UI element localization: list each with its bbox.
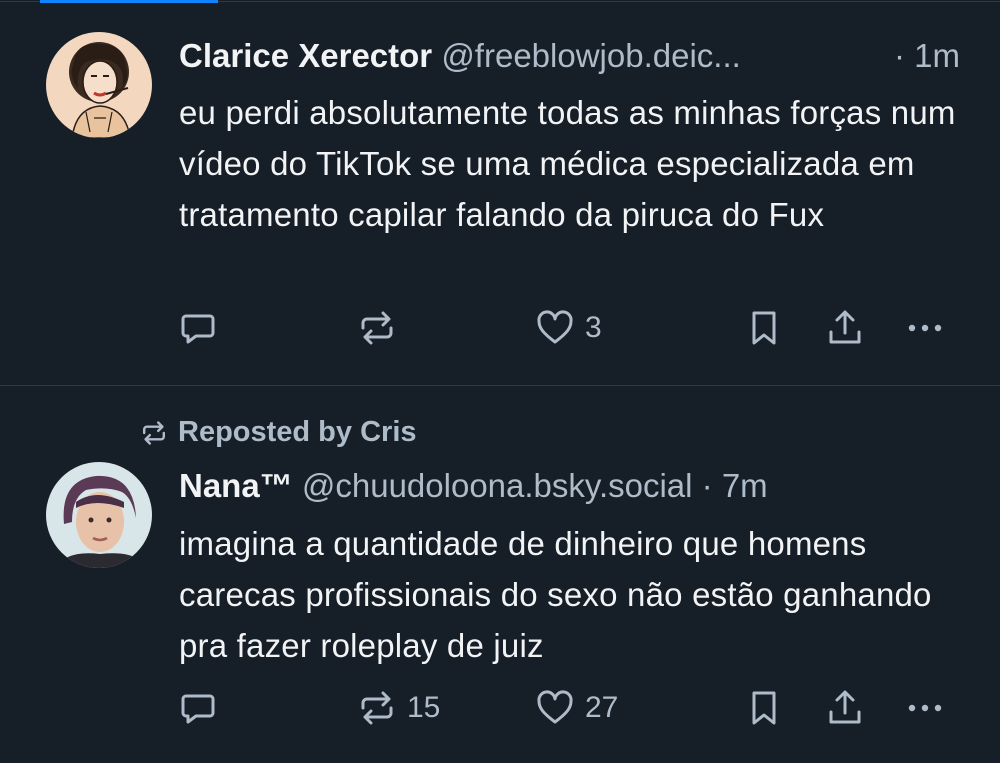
- like-count: 27: [585, 691, 619, 724]
- avatar-illustration: [46, 32, 152, 138]
- share-icon: [829, 690, 861, 724]
- share-button[interactable]: [825, 308, 865, 348]
- handle[interactable]: @freeblowjob.deic...: [441, 37, 740, 74]
- bookmark-icon: [752, 311, 776, 345]
- reposted-by[interactable]: Reposted by Cris: [140, 416, 417, 449]
- reposted-by-label: Reposted by Cris: [178, 416, 417, 448]
- share-button[interactable]: [825, 688, 865, 728]
- chat-bubble-icon: [181, 694, 215, 724]
- repost-icon: [142, 420, 166, 445]
- feed-post[interactable]: Clarice Xerector @freeblowjob.deic... · …: [0, 3, 1000, 386]
- avatar[interactable]: [46, 32, 152, 138]
- bookmark-button[interactable]: [744, 308, 784, 348]
- feed-post[interactable]: Reposted by Cris Nana™ @chuudoloona.bsky…: [0, 386, 1000, 763]
- more-button[interactable]: [905, 308, 945, 348]
- display-name[interactable]: Nana™: [179, 467, 293, 504]
- share-icon: [829, 310, 861, 344]
- post-header: Clarice Xerector @freeblowjob.deic...: [179, 36, 741, 76]
- avatar-photo: [46, 462, 152, 568]
- repost-button[interactable]: [357, 308, 397, 348]
- repost-icon: [361, 691, 393, 725]
- reply-button[interactable]: [178, 688, 218, 728]
- post-text: imagina a quantidade de dinheiro que hom…: [179, 525, 932, 664]
- heart-icon: [537, 310, 573, 344]
- avatar[interactable]: [46, 462, 152, 568]
- repost-button[interactable]: 15: [357, 688, 440, 728]
- post-actions: 3: [0, 308, 1000, 352]
- post-text: eu perdi absolutamente todas as minhas f…: [179, 94, 956, 233]
- chat-bubble-icon: [181, 314, 215, 344]
- more-button[interactable]: [905, 688, 945, 728]
- post-actions: 15 27: [0, 688, 1000, 732]
- repost-icon: [361, 311, 393, 345]
- like-count: 3: [585, 311, 602, 344]
- post-header: Nana™ @chuudoloona.bsky.social · 7m: [179, 466, 768, 506]
- more-icon: [908, 704, 942, 712]
- bookmark-icon: [752, 691, 776, 725]
- repost-count: 15: [407, 691, 441, 724]
- heart-icon: [537, 690, 573, 724]
- like-button[interactable]: 3: [535, 308, 602, 348]
- post-time[interactable]: · 1m: [894, 36, 960, 76]
- more-icon: [908, 324, 942, 332]
- bookmark-button[interactable]: [744, 688, 784, 728]
- like-button[interactable]: 27: [535, 688, 618, 728]
- post-time[interactable]: · 7m: [702, 467, 768, 504]
- display-name[interactable]: Clarice Xerector: [179, 37, 432, 74]
- handle[interactable]: @chuudoloona.bsky.social: [302, 467, 693, 504]
- reply-button[interactable]: [178, 308, 218, 348]
